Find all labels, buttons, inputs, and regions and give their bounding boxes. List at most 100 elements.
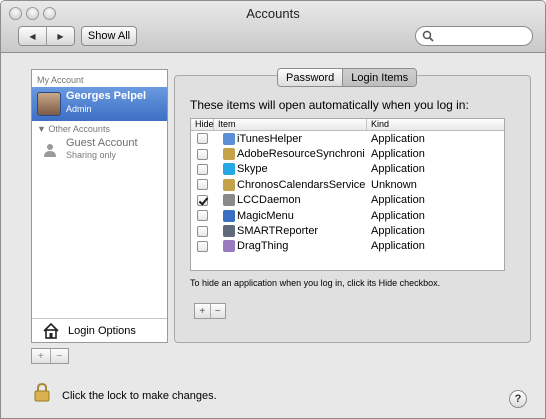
hide-cell <box>191 179 214 191</box>
column-kind[interactable]: Kind <box>367 119 389 130</box>
adobe-icon <box>223 148 235 161</box>
tab-bar: Password Login Items <box>277 68 418 87</box>
table-row[interactable]: DragThing Application <box>191 239 504 254</box>
login-items-add-remove: + − <box>194 303 226 319</box>
item-cell: DragThing <box>214 240 367 253</box>
back-button[interactable]: ◀ <box>19 27 46 45</box>
tab-password[interactable]: Password <box>278 69 343 86</box>
item-kind: Application <box>371 240 425 253</box>
history-nav: ◀ ▶ <box>18 26 75 46</box>
item-cell: SMARTReporter <box>214 225 367 238</box>
account-item-selected[interactable]: Georges Pelpel Admin <box>32 87 167 121</box>
item-name: DragThing <box>237 240 289 253</box>
hide-checkbox[interactable] <box>197 179 208 191</box>
table-row[interactable]: MagicMenu Application <box>191 208 504 223</box>
account-role: Admin <box>66 104 92 114</box>
item-kind: Application <box>371 132 425 145</box>
hide-checkbox[interactable] <box>197 240 208 252</box>
guest-account-name[interactable]: Guest Account <box>66 137 138 149</box>
smartreporter-icon <box>223 225 235 238</box>
item-name: AdobeResourceSynchroni <box>237 148 365 161</box>
login-options-label: Login Options <box>68 325 136 337</box>
item-kind: Unknown <box>371 178 417 191</box>
accounts-list: My Account Georges Pelpel Admin ▼ Other … <box>31 69 168 343</box>
hide-checkbox[interactable] <box>197 163 208 175</box>
table-row[interactable]: Skype Application <box>191 162 504 177</box>
hide-checkbox[interactable] <box>197 148 208 160</box>
add-account-button[interactable]: + <box>32 349 50 363</box>
help-button[interactable]: ? <box>509 390 527 408</box>
hide-cell <box>191 240 214 252</box>
chronos-icon <box>223 178 235 191</box>
guest-user-icon <box>44 144 56 157</box>
search-input[interactable] <box>415 26 533 46</box>
magicmenu-icon <box>223 209 235 222</box>
login-options-item[interactable]: Login Options <box>32 318 167 342</box>
forward-button[interactable]: ▶ <box>46 27 74 45</box>
back-arrow-icon: ◀ <box>29 31 36 41</box>
item-cell: ChronosCalendarsService <box>214 178 367 191</box>
item-kind: Application <box>371 148 425 161</box>
item-name: iTunesHelper <box>237 132 303 145</box>
remove-login-item-button[interactable]: − <box>209 304 226 318</box>
skype-icon <box>223 163 235 176</box>
column-hide[interactable]: Hide <box>191 119 214 130</box>
hide-cell <box>191 163 214 175</box>
itunes-icon <box>223 132 235 145</box>
other-accounts-header[interactable]: ▼ Other Accounts <box>37 124 110 134</box>
guest-account-sub: Sharing only <box>66 150 117 160</box>
hide-checkbox[interactable] <box>197 194 208 206</box>
item-name: ChronosCalendarsService <box>237 178 366 191</box>
forward-arrow-icon: ▶ <box>57 31 64 41</box>
item-name: Skype <box>237 163 268 176</box>
login-items-table: Hide Item Kind iTunesHelper Application Ad… <box>190 118 505 271</box>
column-item[interactable]: Item <box>214 119 367 130</box>
item-name: SMARTReporter <box>237 225 319 238</box>
hide-hint: To hide an application when you log in, … <box>190 278 441 288</box>
item-name: LCCDaemon <box>237 194 301 207</box>
title-bar: Accounts ◀ ▶ Show All <box>1 1 545 53</box>
search-icon <box>422 30 434 42</box>
avatar <box>37 92 61 116</box>
hide-cell <box>191 148 214 160</box>
table-row[interactable]: ChronosCalendarsService Unknown <box>191 177 504 192</box>
show-all-button[interactable]: Show All <box>81 26 137 46</box>
hide-checkbox[interactable] <box>197 210 208 222</box>
hide-checkbox[interactable] <box>197 225 208 237</box>
item-kind: Application <box>371 209 425 222</box>
house-icon <box>43 322 59 339</box>
window-title: Accounts <box>246 6 300 21</box>
table-header: Hide Item Kind <box>191 119 504 131</box>
item-cell: iTunesHelper <box>214 132 367 145</box>
item-kind: Application <box>371 225 425 238</box>
add-login-item-button[interactable]: + <box>195 304 210 318</box>
item-cell: Skype <box>214 163 367 176</box>
table-row[interactable]: AdobeResourceSynchroni Application <box>191 146 504 161</box>
my-account-header: My Account <box>37 75 84 85</box>
item-cell: AdobeResourceSynchroni <box>214 148 367 161</box>
lock-icon[interactable] <box>34 382 50 402</box>
lcc-icon <box>223 194 235 207</box>
tab-login-items[interactable]: Login Items <box>342 69 417 86</box>
hide-checkbox[interactable] <box>197 133 208 145</box>
item-kind: Application <box>371 163 425 176</box>
hide-cell <box>191 210 214 222</box>
item-cell: LCCDaemon <box>214 194 367 207</box>
remove-account-button[interactable]: − <box>49 349 69 363</box>
table-body: iTunesHelper Application AdobeResourceSync… <box>191 131 504 254</box>
lock-message: Click the lock to make changes. <box>62 390 217 402</box>
hide-cell <box>191 194 214 206</box>
account-add-remove: + − <box>31 348 69 364</box>
table-row[interactable]: LCCDaemon Application <box>191 193 504 208</box>
item-name: MagicMenu <box>237 209 294 222</box>
table-row[interactable]: iTunesHelper Application <box>191 131 504 146</box>
item-kind: Application <box>371 194 425 207</box>
hide-cell <box>191 225 214 237</box>
item-cell: MagicMenu <box>214 209 367 222</box>
login-items-heading: These items will open automatically when… <box>190 98 469 112</box>
hide-cell <box>191 133 214 145</box>
help-label: ? <box>514 393 522 405</box>
table-row[interactable]: SMARTReporter Application <box>191 223 504 238</box>
accounts-window: Accounts ◀ ▶ Show All My Account Georges… <box>0 0 546 419</box>
account-name: Georges Pelpel <box>66 90 147 102</box>
